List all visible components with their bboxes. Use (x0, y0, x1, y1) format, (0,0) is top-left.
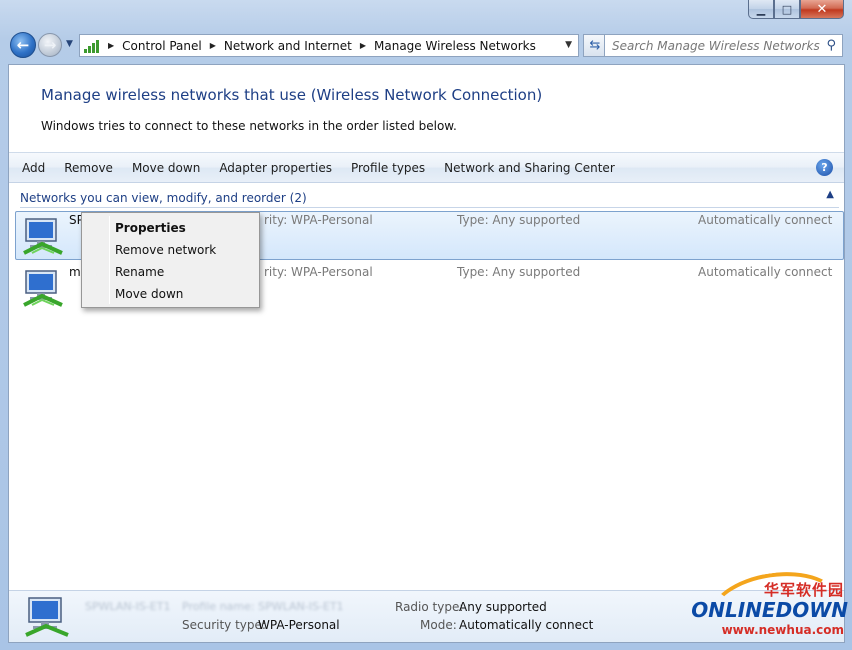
group-header-label: Networks you can view, modify, and reord… (20, 191, 307, 205)
remove-button[interactable]: Remove (64, 161, 113, 175)
adapter-properties-button[interactable]: Adapter properties (219, 161, 332, 175)
navigation-bar: ← → ▼ ▶ Control Panel ▶ Network and Inte… (9, 31, 843, 59)
network-signal-icon (84, 39, 102, 53)
network-mode: Automatically connect (698, 213, 833, 227)
forward-button[interactable]: → (38, 33, 62, 57)
move-down-button[interactable]: Move down (132, 161, 200, 175)
breadcrumb-separator-icon[interactable]: ▶ (210, 41, 216, 50)
search-placeholder: Search Manage Wireless Networks (612, 38, 820, 53)
breadcrumb-separator-icon[interactable]: ▶ (108, 41, 114, 50)
network-name: m (69, 265, 81, 279)
wireless-network-icon (25, 597, 69, 637)
wireless-network-icon (23, 218, 63, 255)
details-network-name: SPWLAN-IS-ET1 (85, 600, 171, 613)
details-profile-name: Profile name: SPWLAN-IS-ET1 (182, 600, 344, 613)
command-bar: Add Remove Move down Adapter properties … (9, 152, 844, 183)
breadcrumb-manage-wireless-networks[interactable]: Manage Wireless Networks (374, 39, 536, 53)
profile-types-button[interactable]: Profile types (351, 161, 425, 175)
window-controls: ▁ □ ✕ (748, 0, 844, 19)
watermark-logo: 华军软件园 ONLINEDOWN www.newhua.com (691, 564, 850, 650)
window-frame: ▁ □ ✕ ← → ▼ ▶ Control Panel ▶ Network an… (0, 0, 852, 650)
menu-item-remove-network[interactable]: Remove network (115, 243, 216, 257)
network-type: Type: Any supported (457, 213, 581, 227)
watermark-url: www.newhua.com (721, 623, 844, 637)
add-button[interactable]: Add (22, 161, 45, 175)
details-mode-value: Automatically connect (459, 618, 594, 632)
breadcrumb-separator-icon[interactable]: ▶ (360, 41, 366, 50)
details-radio-label: Radio type: (395, 600, 464, 614)
group-divider (20, 207, 839, 208)
collapse-icon[interactable]: ▲ (826, 189, 834, 200)
network-security: rity: WPA-Personal (264, 265, 373, 279)
recent-pages-dropdown-icon[interactable]: ▼ (66, 39, 73, 49)
wireless-network-icon (23, 270, 63, 307)
details-security-value: WPA-Personal (258, 618, 340, 632)
details-radio-value: Any supported (459, 600, 547, 614)
address-bar[interactable]: ▶ Control Panel ▶ Network and Internet ▶… (79, 34, 579, 57)
breadcrumb-network-and-internet[interactable]: Network and Internet (224, 39, 352, 53)
network-sharing-center-button[interactable]: Network and Sharing Center (444, 161, 615, 175)
back-arrow-icon: ← (16, 36, 30, 54)
refresh-icon: ⇆ (589, 38, 601, 53)
page-description: Windows tries to connect to these networ… (41, 119, 457, 133)
details-mode-label: Mode: (420, 618, 457, 632)
back-button[interactable]: ← (10, 32, 36, 58)
menu-gutter (109, 216, 110, 304)
watermark-chinese: 华军软件园 (763, 581, 844, 599)
help-icon[interactable]: ? (816, 159, 833, 176)
context-menu: Properties Remove network Rename Move do… (81, 212, 260, 308)
watermark-brand: ONLINEDOWN (691, 598, 848, 622)
search-icon[interactable]: ⚲ (826, 38, 836, 53)
menu-item-rename[interactable]: Rename (115, 265, 164, 279)
minimize-button[interactable]: ▁ (748, 0, 774, 19)
menu-item-properties[interactable]: Properties (115, 221, 186, 235)
group-header[interactable]: Networks you can view, modify, and reord… (20, 189, 839, 207)
network-mode: Automatically connect (698, 265, 833, 279)
close-button[interactable]: ✕ (800, 0, 844, 19)
menu-item-move-down[interactable]: Move down (115, 287, 183, 301)
content-pane: Manage wireless networks that use (Wirel… (8, 64, 845, 643)
search-input[interactable]: Search Manage Wireless Networks ⚲ (604, 34, 843, 57)
page-title: Manage wireless networks that use (Wirel… (41, 86, 543, 104)
forward-arrow-icon: → (43, 36, 57, 54)
network-security: rity: WPA-Personal (264, 213, 373, 227)
address-dropdown-icon[interactable]: ▼ (565, 40, 572, 50)
network-type: Type: Any supported (457, 265, 581, 279)
breadcrumb-control-panel[interactable]: Control Panel (122, 39, 202, 53)
details-security-label: Security type: (182, 618, 266, 632)
maximize-button[interactable]: □ (774, 0, 800, 19)
breadcrumb: Control Panel ▶ Network and Internet ▶ M… (122, 39, 536, 53)
